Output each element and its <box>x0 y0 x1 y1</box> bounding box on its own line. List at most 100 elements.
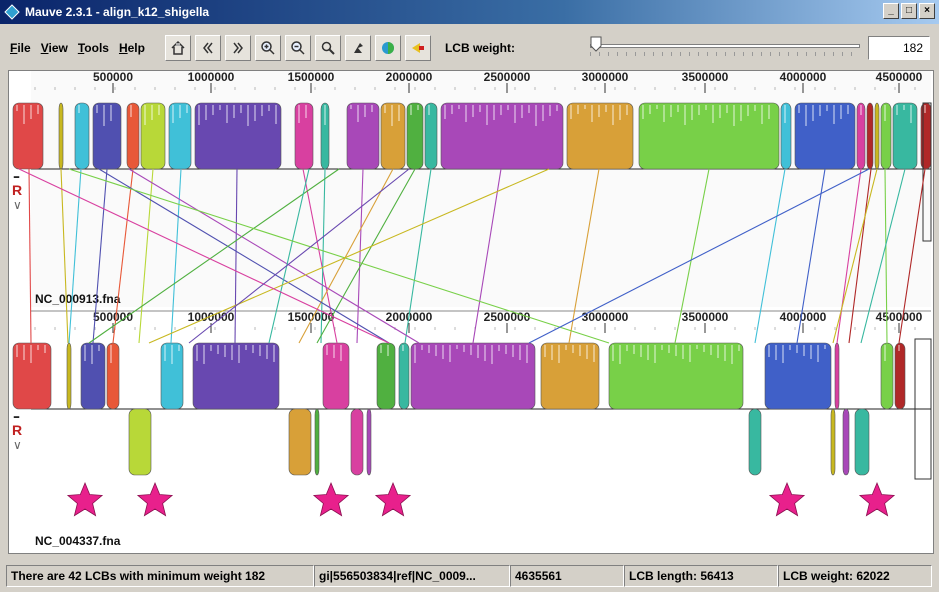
lcb-block-inverted[interactable] <box>128 408 152 476</box>
reference-control[interactable]: R <box>12 182 22 198</box>
ruler-tick-label: 3000000 <box>582 71 629 84</box>
ruler-tick-label: 4500000 <box>876 310 923 324</box>
ruler-tick-label: 3500000 <box>682 71 729 84</box>
lcb-block-genome2[interactable] <box>894 342 906 410</box>
lcb-block-genome1[interactable] <box>780 102 792 170</box>
close-button[interactable]: × <box>919 3 935 19</box>
lcb-block-inverted[interactable] <box>366 408 372 476</box>
reference-control[interactable]: R <box>12 422 22 438</box>
menu-view[interactable]: View <box>41 41 68 55</box>
search-button[interactable] <box>314 35 341 61</box>
minimize-button[interactable]: _ <box>883 3 899 19</box>
maximize-button[interactable]: □ <box>901 3 917 19</box>
lcb-weight-field[interactable]: 182 <box>868 36 930 60</box>
lcb-block-genome1[interactable] <box>866 102 874 170</box>
ruler-tick-label: 1000000 <box>188 71 235 84</box>
lcb-connection-line <box>28 168 32 344</box>
genome2-name: NC_004337.fna <box>35 534 121 548</box>
scroll-right-button[interactable] <box>224 35 251 61</box>
lcb-block-genome1[interactable] <box>346 102 380 170</box>
lcb-block-inverted[interactable] <box>748 408 762 476</box>
lcb-block-genome1[interactable] <box>294 102 314 170</box>
search-icon <box>321 41 335 55</box>
title-bar: Mauve 2.3.1 - align_k12_shigella _ □ × <box>0 0 939 24</box>
lcb-block-inverted[interactable] <box>350 408 364 476</box>
lcb-block-genome1[interactable] <box>874 102 880 170</box>
lcb-block-inverted[interactable] <box>830 408 836 476</box>
ruler-tick-label: 2500000 <box>484 310 531 324</box>
home-button[interactable] <box>164 35 191 61</box>
lcb-block-inverted[interactable] <box>842 408 850 476</box>
slider-ticks <box>590 52 860 56</box>
lcb-block-genome1[interactable] <box>126 102 140 170</box>
mauve-app-icon <box>4 4 20 20</box>
lcb-block-genome2[interactable] <box>398 342 410 410</box>
lcb-block-genome2[interactable] <box>834 342 840 410</box>
menu-tools[interactable]: Tools <box>78 41 109 55</box>
lcb-block-genome1[interactable] <box>440 102 564 170</box>
menu-help[interactable]: Help <box>119 41 145 55</box>
lcb-block-genome1[interactable] <box>406 102 424 170</box>
lcb-block-genome2[interactable] <box>66 342 72 410</box>
alignment-view: 500000 1000000 1500000 2000000 2500000 300000… <box>12 71 932 549</box>
move-down-control[interactable]: ∨ <box>13 198 22 212</box>
status-position: 4635561 <box>510 565 624 587</box>
cursor-icon <box>353 43 363 53</box>
zoom-out-icon <box>291 41 305 55</box>
status-lcb-weight: LCB weight: 62022 <box>778 565 932 587</box>
lcb-block-genome1[interactable] <box>566 102 634 170</box>
move-down-control[interactable]: ∨ <box>13 438 22 452</box>
lcb-block-genome2[interactable] <box>192 342 280 410</box>
lcb-block-inverted[interactable] <box>314 408 320 476</box>
lcb-block-genome1[interactable] <box>794 102 856 170</box>
lcb-block-genome2[interactable] <box>106 342 120 410</box>
window-title: Mauve 2.3.1 - align_k12_shigella <box>25 5 210 19</box>
ruler-tick-label: 3500000 <box>682 310 729 324</box>
status-sequence: gi|556503834|ref|NC_0009... <box>314 565 510 587</box>
cursor-button[interactable] <box>344 35 371 61</box>
lcb-weight-slider[interactable] <box>590 36 860 60</box>
ruler-tick-label: 500000 <box>93 71 133 84</box>
color-scheme-button[interactable] <box>374 35 401 61</box>
zoom-in-button[interactable] <box>254 35 281 61</box>
scroll-left-button[interactable] <box>194 35 221 61</box>
lcb-block-genome1[interactable] <box>58 102 64 170</box>
status-lcb-length: LCB length: 56413 <box>624 565 778 587</box>
lcb-block-genome1[interactable] <box>424 102 438 170</box>
menu-file[interactable]: File <box>10 41 31 55</box>
lcb-weight-label: LCB weight: <box>444 41 515 55</box>
menu-view-rest: iew <box>48 41 68 55</box>
zoom-in-icon <box>261 41 275 55</box>
menu-toolbar-row: File View Tools Help LCB weight: 182 <box>0 28 939 68</box>
back-arrow-button[interactable] <box>404 35 431 61</box>
lcb-block-inverted[interactable] <box>288 408 312 476</box>
color-scheme-icon <box>381 42 394 54</box>
ruler-tick-label: 4500000 <box>876 71 923 84</box>
slider-track <box>590 44 860 48</box>
lcb-block-genome2[interactable] <box>410 342 536 410</box>
alignment-panel: 500000 1000000 1500000 2000000 2500000 300000… <box>8 70 934 554</box>
ruler-tick-label: 1500000 <box>288 310 335 324</box>
menu-help-mnemonic: H <box>118 41 128 55</box>
menu-help-rest: elp <box>127 41 145 55</box>
lcb-block-genome1[interactable] <box>880 102 892 170</box>
lcb-block-genome2[interactable] <box>880 342 894 410</box>
lcb-block-genome1[interactable] <box>74 102 90 170</box>
zoom-out-button[interactable] <box>284 35 311 61</box>
lcb-block-inverted[interactable] <box>854 408 870 476</box>
back-arrow-icon <box>411 43 424 53</box>
ruler-tick-label: 2500000 <box>484 71 531 84</box>
ruler-tick-label: 4000000 <box>780 310 827 324</box>
lcb-block-genome2[interactable] <box>764 342 832 410</box>
genome1-name: NC_000913.fna <box>35 292 121 306</box>
menu-tools-rest: ools <box>84 41 109 55</box>
lcb-block-genome1[interactable] <box>638 102 780 170</box>
lcb-block-genome1[interactable] <box>194 102 282 170</box>
lcb-block-genome2[interactable] <box>376 342 396 410</box>
status-message: There are 42 LCBs with minimum weight 18… <box>6 565 314 587</box>
lcb-block-genome2[interactable] <box>540 342 600 410</box>
ruler-tick-label: 2000000 <box>386 71 433 84</box>
slider-thumb[interactable] <box>590 36 602 52</box>
status-bar: There are 42 LCBs with minimum weight 18… <box>6 565 932 587</box>
scroll-right-icon <box>233 42 243 54</box>
